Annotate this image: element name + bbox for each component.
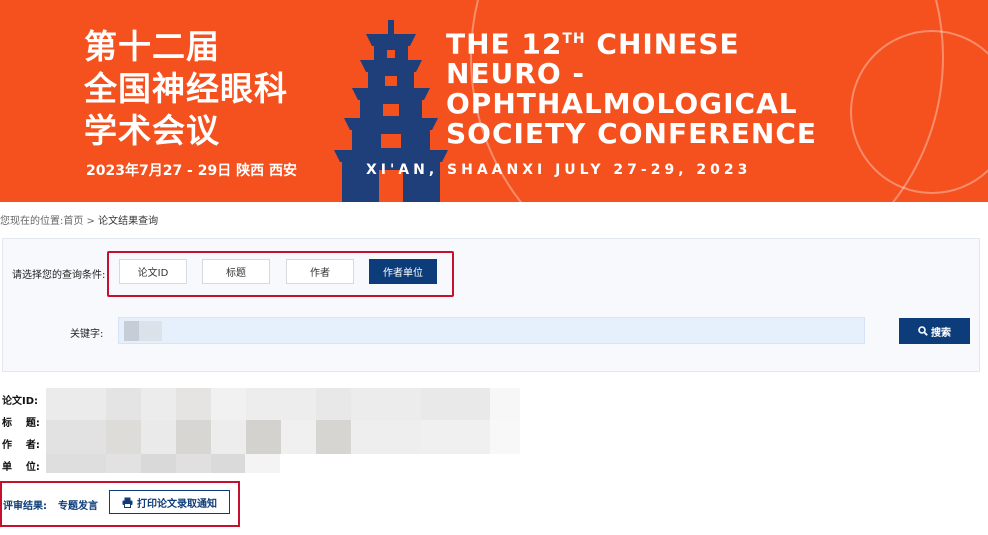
- search-button[interactable]: 搜索: [899, 318, 970, 344]
- conference-banner: 第十二届 全国神经眼科 学术会议 2023年7月27 - 29日 陕西 西安 T…: [0, 0, 988, 202]
- result-title-label: 标 题:: [2, 418, 40, 429]
- condition-label: 请选择您的查询条件:: [12, 270, 106, 281]
- redacted-keyword: [124, 321, 162, 341]
- print-button-label: 打印论文录取通知: [137, 498, 217, 510]
- english-conference-date: XI'AN, SHAANXI JULY 27-29, 2023: [366, 162, 752, 178]
- review-result-value: 专题发言: [58, 501, 98, 512]
- en-title-line: NEURO -: [446, 57, 586, 91]
- en-title-text: THE 12: [446, 27, 563, 61]
- search-icon: [918, 326, 928, 336]
- breadcrumb-prefix: 您现在的位置:: [0, 216, 64, 227]
- cn-title-line: 第十二届: [84, 27, 220, 66]
- breadcrumb: 您现在的位置:首页 > 论文结果查询: [0, 212, 158, 227]
- keyword-label: 关键字:: [70, 329, 104, 340]
- condition-button-title[interactable]: 标题: [202, 259, 270, 284]
- chinese-conference-title: 第十二届 全国神经眼科 学术会议: [84, 26, 288, 152]
- print-acceptance-notice-button[interactable]: 打印论文录取通知: [109, 490, 230, 514]
- english-conference-title: THE 12TH CHINESE NEURO - OPHTHALMOLOGICA…: [446, 24, 817, 149]
- result-id-label: 论文ID:: [2, 396, 39, 407]
- redacted-unit: [46, 454, 280, 473]
- breadcrumb-home-link[interactable]: 首页: [63, 216, 83, 227]
- en-title-line: THE 12TH CHINESE: [446, 24, 817, 59]
- cn-title-line: 全国神经眼科: [84, 69, 288, 108]
- condition-button-author-unit[interactable]: 作者单位: [369, 259, 437, 284]
- keyword-input[interactable]: [118, 317, 865, 344]
- cn-title-line: 学术会议: [84, 111, 220, 150]
- review-result-label: 评审结果:: [3, 501, 47, 512]
- en-title-text: CHINESE: [585, 27, 740, 61]
- condition-button-paper-id[interactable]: 论文ID: [119, 259, 187, 284]
- condition-button-author[interactable]: 作者: [286, 259, 354, 284]
- result-author-label: 作 者:: [2, 440, 40, 451]
- en-title-line: SOCIETY CONFERENCE: [446, 117, 818, 151]
- breadcrumb-separator: >: [83, 216, 99, 227]
- redacted-paper-id: [46, 388, 520, 420]
- redacted-title-author: [46, 420, 520, 454]
- search-button-label: 搜索: [931, 327, 951, 339]
- chinese-conference-date: 2023年7月27 - 29日 陕西 西安: [86, 163, 297, 179]
- printer-icon: [122, 497, 133, 508]
- result-unit-label: 单 位:: [2, 462, 40, 473]
- en-title-superscript: TH: [562, 31, 586, 47]
- en-title-line: OPHTHALMOLOGICAL: [446, 87, 798, 121]
- breadcrumb-current: 论文结果查询: [98, 216, 159, 227]
